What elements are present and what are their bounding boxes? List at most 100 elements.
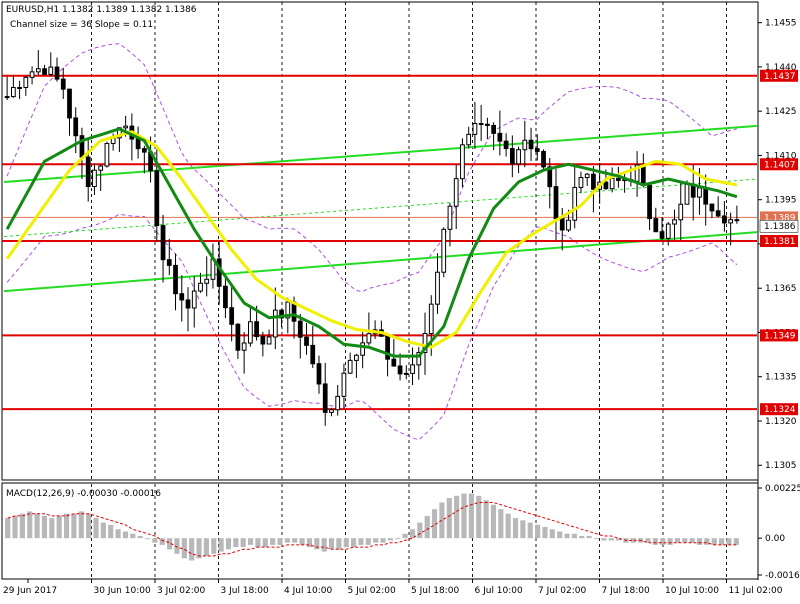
macd-bar <box>314 538 320 550</box>
macd-bar <box>704 538 710 545</box>
candle-body <box>722 215 727 224</box>
candle-body <box>678 203 684 221</box>
macd-bar <box>652 538 658 545</box>
candle-body <box>73 117 79 137</box>
macd-header: MACD(12,26,9) -0.00030 -0.00016 <box>6 489 161 499</box>
macd-bar <box>439 502 445 539</box>
candle-body <box>123 125 128 129</box>
candle-body <box>54 66 60 80</box>
macd-bar <box>454 495 460 539</box>
macd-bar <box>512 518 519 539</box>
candle-body <box>185 299 191 309</box>
candle-body <box>104 143 110 167</box>
macd-bar <box>571 533 577 539</box>
time-tick-label: 3 Jul 18:00 <box>221 586 270 596</box>
price-tick-label: 1.1395 <box>765 196 797 206</box>
macd-bar <box>373 538 379 543</box>
price-tick-label: 1.1320 <box>765 417 797 427</box>
macd-bar <box>41 515 48 539</box>
candle-body <box>447 205 453 230</box>
candle-body <box>198 282 203 292</box>
macd-bar <box>49 518 55 539</box>
channel-info: Channel size = 36 Slope = 0.11 <box>10 20 153 30</box>
macd-bar <box>203 538 209 557</box>
macd-bar <box>71 513 77 539</box>
candle-body <box>4 96 10 99</box>
candle-body <box>460 144 465 180</box>
candle-body <box>566 219 571 231</box>
candle-body <box>366 333 372 344</box>
macd-bar <box>483 500 489 539</box>
macd-bar <box>674 538 681 543</box>
macd-bar <box>579 535 585 539</box>
macd-bar <box>218 538 224 552</box>
macd-bar <box>63 513 70 539</box>
macd-bar <box>108 524 114 539</box>
time-tick-label: 11 Jul 02:00 <box>729 586 783 596</box>
macd-bar <box>380 538 386 543</box>
candle-body <box>616 177 621 181</box>
candle-body <box>141 148 147 153</box>
candle-body <box>191 290 197 309</box>
macd-bar <box>86 513 92 539</box>
candle-body <box>316 363 322 385</box>
time-tick-label: 4 Jul 10:00 <box>284 586 333 596</box>
candle-body <box>248 321 253 344</box>
candle-body <box>572 186 578 221</box>
macd-bar <box>115 529 121 539</box>
macd-bar <box>682 538 688 543</box>
candle-body <box>647 184 652 220</box>
candle-body <box>672 219 677 225</box>
candle-body <box>266 336 272 345</box>
macd-bar <box>19 513 25 539</box>
candle-body <box>410 364 415 374</box>
level-label: 1.1437 <box>764 72 796 82</box>
candle-body <box>160 225 166 261</box>
candle-body <box>98 165 104 171</box>
macd-bar <box>564 533 570 539</box>
candle-body <box>466 133 472 146</box>
candle-body <box>42 68 47 75</box>
candle-body <box>534 148 540 152</box>
macd-bar <box>446 498 452 539</box>
macd-bar <box>505 513 511 539</box>
candle-body <box>503 140 509 150</box>
macd-bar <box>152 538 158 543</box>
macd-bar <box>733 538 739 545</box>
candle-body <box>60 78 66 90</box>
macd-bar <box>711 538 717 545</box>
macd-bar <box>660 538 666 545</box>
macd-bar <box>343 538 349 548</box>
macd-bar <box>365 538 371 545</box>
candle-body <box>179 293 185 301</box>
candle-body <box>154 170 160 227</box>
chart-canvas[interactable]: 1.14551.14401.14251.14101.13951.13801.13… <box>0 0 800 600</box>
candle-body <box>703 187 709 205</box>
candle-body <box>497 132 503 142</box>
macd-bar <box>240 538 246 548</box>
macd-bar <box>196 538 202 559</box>
candle-body <box>509 148 515 165</box>
macd-bar <box>461 493 467 539</box>
candle-body <box>322 383 328 413</box>
candle-body <box>528 139 534 150</box>
macd-bar <box>726 538 732 545</box>
candle-body <box>17 86 22 89</box>
candle-body <box>453 178 459 207</box>
candle-body <box>173 264 178 295</box>
candle-body <box>304 336 309 346</box>
candle-body <box>360 342 366 356</box>
macd-bar <box>225 538 232 550</box>
time-tick-label: 3 Jul 02:00 <box>157 586 206 596</box>
candle-body <box>403 372 409 375</box>
candle-body <box>553 186 559 220</box>
current-price-label: 1.1386 <box>764 222 796 232</box>
time-tick-label: 7 Jul 02:00 <box>538 586 587 596</box>
macd-bar <box>387 538 393 541</box>
candle-body <box>640 164 646 186</box>
candle-body <box>591 173 596 190</box>
candle-body <box>522 139 528 151</box>
level-label: 1.1407 <box>764 160 796 170</box>
macd-tick-label: 0.00225 <box>765 484 800 494</box>
candle-body <box>297 320 303 338</box>
